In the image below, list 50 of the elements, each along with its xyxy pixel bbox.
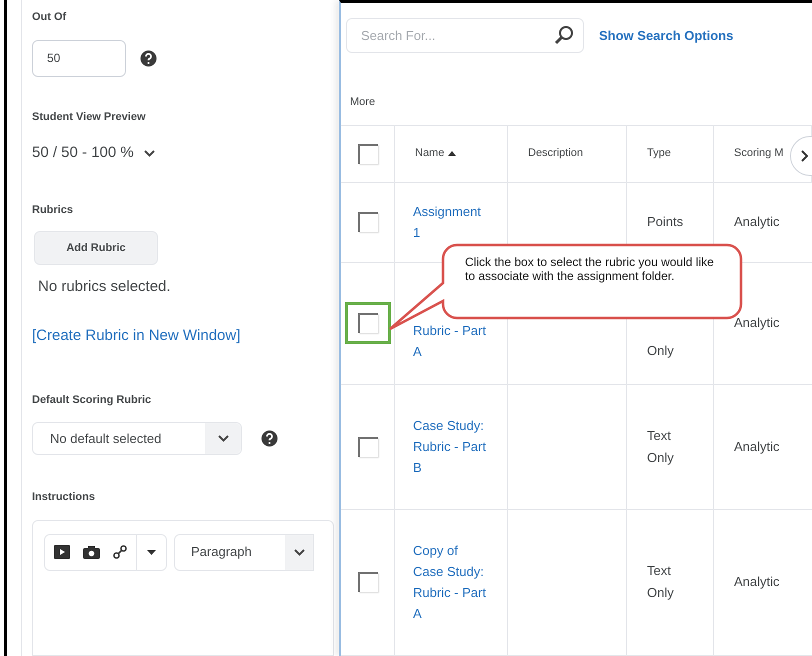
input-field[interactable]: 50 [32, 40, 126, 76]
rubric-name-link[interactable]: Rubric - Part A [413, 320, 491, 362]
column-header[interactable]: Type [647, 145, 671, 162]
checkbox[interactable] [358, 572, 378, 592]
more-label[interactable]: More [350, 94, 812, 110]
empty-message: No rubrics selected. [38, 276, 172, 296]
caret-icon[interactable] [147, 550, 156, 554]
table-cell-text: Text Only [647, 426, 675, 467]
chevron-down-icon [144, 150, 155, 157]
field-label: Default Scoring Rubric [32, 392, 152, 408]
column-header[interactable]: Description [528, 145, 584, 162]
camera-icon[interactable] [83, 546, 100, 558]
chevron-down-icon [294, 548, 304, 556]
table-cell-text: Analytic [734, 573, 780, 592]
checkbox[interactable] [358, 144, 378, 164]
chevron-right-icon [801, 150, 808, 162]
default-rubric-select[interactable]: No default selected [32, 422, 242, 455]
column-header[interactable]: Scoring M [734, 145, 784, 162]
callout-text: Click the box to select the rubric you would like to associate with the assignment folder. [465, 255, 715, 283]
create-rubric-link[interactable]: [Create Rubric in New Window] [32, 325, 334, 348]
table-cell-text: Analytic [734, 314, 780, 332]
search-icon[interactable] [554, 25, 574, 45]
sort-ascending-icon[interactable] [448, 151, 456, 156]
table-cell-text: Analytic [734, 438, 780, 456]
rubric-name-link[interactable]: Copy of Case Study: Rubric - Part A [413, 540, 491, 624]
table-cell-text: Text Only [647, 562, 675, 602]
chevron-down-icon [218, 435, 228, 442]
link-icon[interactable] [113, 545, 127, 559]
table-cell-text: Points [647, 213, 683, 231]
rubric-name-link[interactable]: Assignment 1 [413, 201, 491, 243]
checkbox[interactable] [358, 313, 378, 333]
table-cell-text: Only [647, 342, 675, 360]
show-search-options-link[interactable]: Show Search Options [599, 26, 734, 46]
checkbox[interactable] [358, 436, 378, 456]
search-field[interactable]: Search For... [346, 18, 584, 53]
rubric-name-link[interactable]: Case Study: Rubric - Part B [413, 415, 491, 478]
checkbox[interactable] [358, 212, 378, 232]
add-rubric-button[interactable]: Add Rubric [34, 231, 158, 264]
grade-preview: 50 / 50 - 100 % [32, 143, 134, 163]
video-icon[interactable] [54, 545, 70, 559]
help-icon[interactable] [261, 430, 278, 447]
table-cell-text: Analytic [734, 213, 780, 232]
help-icon[interactable] [140, 50, 157, 66]
format-select[interactable]: Paragraph [174, 534, 314, 570]
field-label: Out Of [32, 10, 68, 25]
field-label: Student View Preview [32, 110, 147, 124]
editor-area[interactable]: Paragraph [32, 520, 334, 656]
column-header[interactable]: Name [415, 145, 444, 162]
field-label: Instructions [32, 490, 96, 505]
field-label: Rubrics [32, 202, 74, 218]
